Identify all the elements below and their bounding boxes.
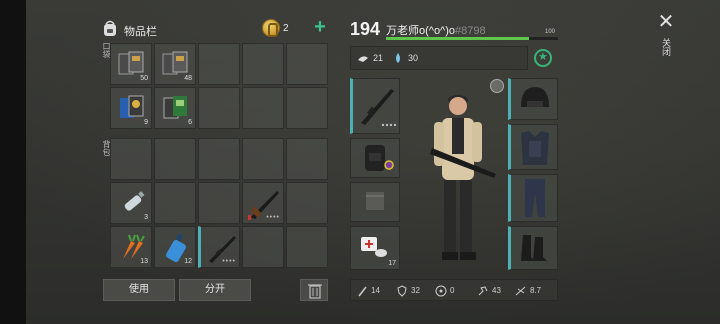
- trash-button[interactable]: [300, 279, 328, 301]
- radiation-icon: [435, 285, 447, 297]
- inventory-title: 物品栏: [124, 26, 157, 38]
- backpack-grid: 3 •••• 13 12 ••••: [110, 138, 330, 268]
- pocket-slot[interactable]: [198, 87, 240, 129]
- pocket-slot[interactable]: [242, 43, 284, 85]
- armor-vest-icon: [521, 131, 549, 165]
- xp-fill: [386, 37, 529, 40]
- attack-value: 14: [371, 286, 380, 295]
- speed-icon: [478, 286, 488, 296]
- left-edge: [0, 0, 26, 324]
- backpack-slot[interactable]: [286, 226, 328, 268]
- item-qty: 9: [144, 119, 148, 126]
- combat-stats: 14 32 0 43 8.7: [350, 279, 558, 301]
- item-qty: 50: [140, 75, 148, 82]
- pants-slot[interactable]: [508, 174, 558, 222]
- pocket-slot[interactable]: [198, 43, 240, 85]
- durability-dots: ••••: [222, 258, 236, 265]
- coin-icon: [262, 19, 280, 37]
- player-level: 194: [350, 19, 381, 39]
- radiation-value: 0: [450, 286, 455, 295]
- pocket-slot[interactable]: [286, 43, 328, 85]
- vest-slot[interactable]: [508, 124, 558, 170]
- boots-slot[interactable]: [508, 226, 558, 270]
- add-coins-button[interactable]: +: [310, 17, 330, 37]
- food-icon: [358, 56, 368, 62]
- speed-value: 43: [492, 286, 501, 295]
- pocket-grid: 50 48 9 6: [110, 43, 330, 129]
- favorite-star-button[interactable]: [534, 49, 552, 67]
- pants-icon: [525, 179, 545, 217]
- stealth-icon: [515, 286, 526, 296]
- pocket-slot[interactable]: 6: [154, 87, 196, 129]
- food-value: 21: [373, 53, 384, 63]
- backpack-slot[interactable]: [198, 182, 240, 224]
- water-bottle-icon: [115, 187, 147, 219]
- item-qty: 12: [184, 258, 192, 265]
- backpack-slot[interactable]: 12: [154, 226, 196, 268]
- use-button[interactable]: 使用: [103, 279, 175, 301]
- survival-stats: 21 30: [350, 46, 528, 70]
- water-icon: [396, 53, 400, 63]
- tactical-backpack-icon: [365, 145, 394, 171]
- pocket-slot[interactable]: [242, 87, 284, 129]
- character-figure: [430, 95, 496, 260]
- player-id: #8798: [455, 25, 486, 37]
- backpack-slot[interactable]: [154, 182, 196, 224]
- helmet-icon: [521, 87, 549, 107]
- coin-count: 2: [283, 23, 289, 34]
- backpack-slot[interactable]: ••••: [242, 182, 284, 224]
- item-qty: 6: [188, 119, 192, 126]
- attack-icon: [358, 286, 367, 297]
- item-qty: 48: [184, 75, 192, 82]
- item-qty: 3: [144, 214, 148, 221]
- pocket-slot[interactable]: 48: [154, 43, 196, 85]
- close-icon[interactable]: ✕: [656, 12, 676, 32]
- item-qty: 13: [140, 258, 148, 265]
- water-value: 30: [408, 53, 419, 63]
- backpack-slot[interactable]: [198, 138, 240, 180]
- defense-icon: [397, 285, 407, 297]
- backpack-slot[interactable]: [242, 138, 284, 180]
- xp-bar: [386, 37, 558, 40]
- backpack-slot[interactable]: 13: [110, 226, 152, 268]
- empty-pocket-icon: [366, 192, 384, 210]
- backpack-slot[interactable]: [154, 138, 196, 180]
- split-button[interactable]: 分开: [179, 279, 251, 301]
- helmet-slot[interactable]: [508, 78, 558, 120]
- info-hint-icon[interactable]: [490, 79, 504, 93]
- backpack-slot[interactable]: 3: [110, 182, 152, 224]
- pocket-slot[interactable]: [350, 182, 400, 222]
- boots-icon: [521, 235, 547, 261]
- medkit-slot[interactable]: 17: [350, 226, 400, 270]
- pocket-slot[interactable]: [286, 87, 328, 129]
- rifle-icon: [361, 89, 397, 127]
- backpack-slot[interactable]: ••••: [198, 226, 240, 268]
- defense-value: 32: [411, 286, 420, 295]
- backpack-slot[interactable]: [350, 138, 400, 178]
- xp-max: 100: [545, 29, 556, 35]
- backpack-slot[interactable]: [110, 138, 152, 180]
- inventory-header: 物品栏 2 +: [100, 16, 332, 42]
- durability-dots: ••••: [266, 214, 280, 221]
- pocket-slot[interactable]: 50: [110, 43, 152, 85]
- backpack-slot[interactable]: [242, 226, 284, 268]
- weapon-slot[interactable]: [350, 78, 400, 134]
- backpack-slot[interactable]: [286, 138, 328, 180]
- medkit-qty: 17: [388, 260, 396, 267]
- blue-book-icon: [115, 92, 147, 124]
- backpack-slot[interactable]: [286, 182, 328, 224]
- close-label: 关闭: [661, 38, 671, 56]
- green-book-icon: [159, 92, 191, 124]
- player-name: 万老师o(^o^)o#8798: [386, 22, 486, 38]
- trash-icon: [308, 284, 322, 299]
- stealth-value: 8.7: [530, 286, 542, 295]
- pocket-slot[interactable]: 9: [110, 87, 152, 129]
- player-name-text: 万老师o(^o^)o: [386, 25, 456, 37]
- backpack-icon: [104, 20, 116, 36]
